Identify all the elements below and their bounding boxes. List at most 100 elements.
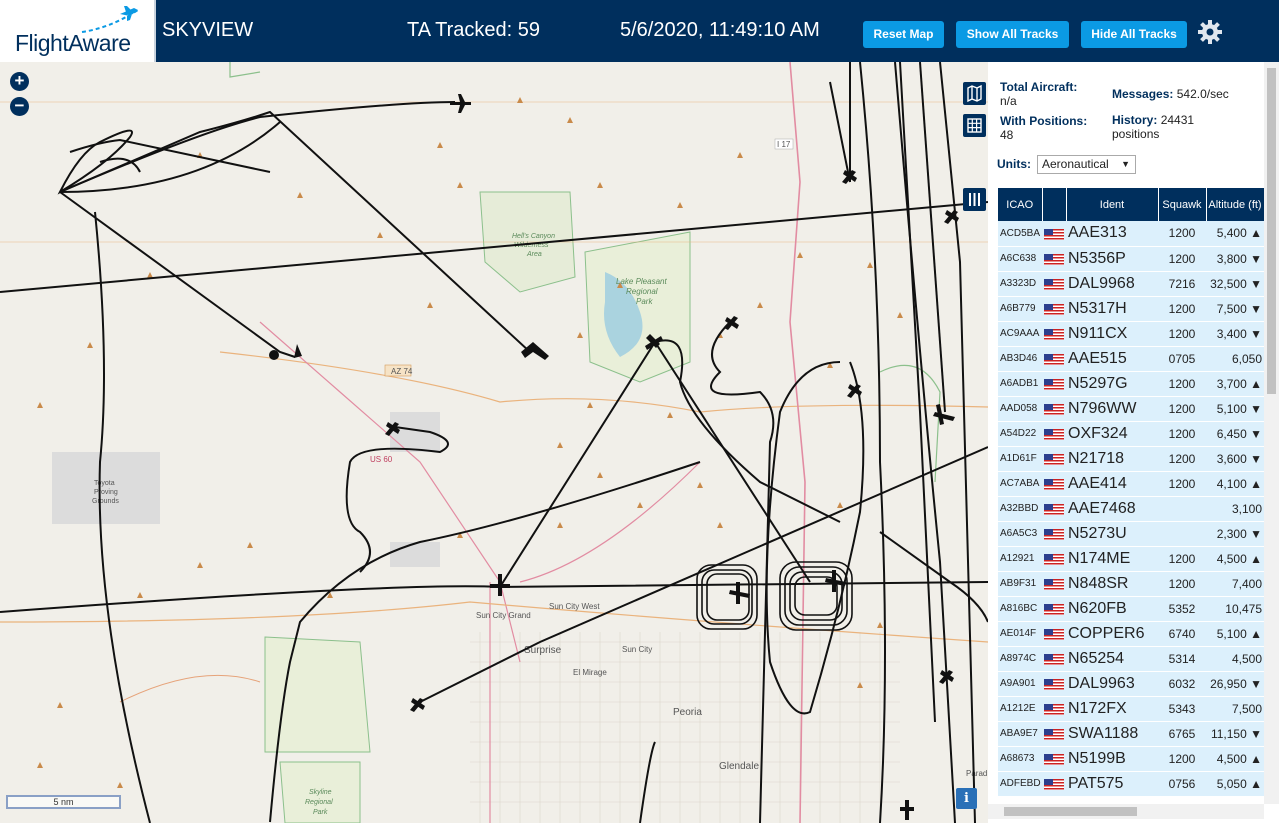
col-flag[interactable] — [1042, 188, 1067, 221]
col-squawk[interactable]: Squawk — [1158, 188, 1207, 221]
table-row[interactable]: A54D22 OXF324 1200 6,450 ▼ — [998, 421, 1264, 447]
icao-cell: A68673 — [998, 746, 1042, 772]
scroll-thumb-h[interactable] — [1004, 807, 1137, 816]
altitude-cell: 10,475 — [1206, 596, 1264, 622]
table-row[interactable]: ADFEBD PAT575 0756 5,050 ▲ — [998, 771, 1264, 797]
squawk-cell: 1200 — [1158, 746, 1206, 772]
us-flag-icon — [1044, 728, 1064, 740]
peoria-label: Peoria — [673, 707, 702, 718]
table-row[interactable]: ABA9E7 SWA1188 6765 11,150 ▼ — [998, 721, 1264, 747]
map-view[interactable]: AZ 74 I 17 US 60 Lake Pleasant Regional … — [0, 62, 988, 823]
info-button[interactable]: i — [956, 788, 977, 809]
us-flag-icon — [1044, 753, 1064, 765]
reset-map-button[interactable]: Reset Map — [863, 21, 944, 48]
altitude-cell: 4,500 — [1206, 646, 1264, 672]
table-row[interactable]: A816BC N620FB 5352 10,475 — [998, 596, 1264, 622]
flag-icon — [1042, 221, 1066, 247]
show-all-tracks-button[interactable]: Show All Tracks — [956, 21, 1069, 48]
horizontal-scrollbar[interactable] — [988, 804, 1264, 819]
col-altitude[interactable]: Altitude (ft) — [1206, 188, 1265, 221]
table-row[interactable]: A32BBD AAE7468 3,100 — [998, 496, 1264, 522]
squawk-cell: 7216 — [1158, 271, 1206, 297]
table-row[interactable]: A6B779 N5317H 1200 7,500 ▼ — [998, 296, 1264, 322]
table-row[interactable]: AE014F COPPER6 6740 5,100 ▲ — [998, 621, 1264, 647]
table-row[interactable]: A9A901 DAL9963 6032 26,950 ▼ — [998, 671, 1264, 697]
map-layers-icon[interactable] — [963, 82, 986, 105]
table-row[interactable]: AB9F31 N848SR 1200 7,400 — [998, 571, 1264, 597]
table-row[interactable]: AC9AAA N911CX 1200 3,400 ▼ — [998, 321, 1264, 347]
us-flag-icon — [1044, 378, 1064, 390]
sun-city-west-label: Sun City West — [549, 602, 600, 611]
col-icao[interactable]: ICAO — [998, 188, 1043, 221]
vertical-scrollbar[interactable] — [1264, 62, 1279, 804]
grid-overlay-icon[interactable] — [963, 114, 986, 137]
altitude-cell: 5,050 ▲ — [1206, 771, 1264, 797]
col-ident[interactable]: Ident — [1066, 188, 1159, 221]
ident-cell: N5317H — [1066, 296, 1158, 322]
scale-bar: 5 nm — [6, 795, 121, 809]
svg-text:Area: Area — [526, 251, 542, 258]
altitude-cell: 2,300 ▼ — [1206, 521, 1264, 547]
table-row[interactable]: A8974C N65254 5314 4,500 — [998, 646, 1264, 672]
squawk-cell: 1200 — [1158, 371, 1206, 397]
us-flag-icon — [1044, 453, 1064, 465]
columns-toggle-icon[interactable] — [963, 188, 986, 211]
urban-grid — [470, 632, 900, 823]
ident-cell: N5273U — [1066, 521, 1158, 547]
icao-cell: AC7ABA — [998, 471, 1042, 497]
us60-label: US 60 — [370, 455, 393, 464]
table-row[interactable]: AAD058 N796WW 1200 5,100 ▼ — [998, 396, 1264, 422]
flag-icon — [1042, 571, 1066, 597]
icao-cell: AB9F31 — [998, 571, 1042, 597]
table-row[interactable]: A68673 N5199B 1200 4,500 ▲ — [998, 746, 1264, 772]
ident-cell: N65254 — [1066, 646, 1158, 672]
i17-label: I 17 — [777, 140, 791, 149]
dropdown-arrow-icon: ▼ — [1121, 159, 1130, 169]
holding-patterns — [696, 561, 853, 631]
flag-icon — [1042, 296, 1066, 322]
icao-cell: A3323D — [998, 271, 1042, 297]
svg-text:Park: Park — [313, 809, 328, 816]
table-row[interactable]: A1212E N172FX 5343 7,500 — [998, 696, 1264, 722]
lake-label: Lake Pleasant — [616, 277, 667, 286]
altitude-cell: 7,400 — [1206, 571, 1264, 597]
altitude-cell: 3,100 — [1206, 496, 1264, 522]
table-row[interactable]: AC7ABA AAE414 1200 4,100 ▲ — [998, 471, 1264, 497]
icao-cell: A6A5C3 — [998, 521, 1042, 547]
table-row[interactable]: A1D61F N21718 1200 3,600 ▼ — [998, 446, 1264, 472]
svg-text:Parad: Parad — [966, 769, 987, 778]
gear-icon[interactable] — [1197, 19, 1223, 45]
map-canvas[interactable]: AZ 74 I 17 US 60 Lake Pleasant Regional … — [0, 62, 988, 823]
us-flag-icon — [1044, 303, 1064, 315]
ident-cell: N5356P — [1066, 246, 1158, 272]
icao-cell: A9A901 — [998, 671, 1042, 697]
zoom-in-button[interactable]: + — [10, 72, 29, 91]
terrain-markers — [37, 97, 903, 788]
table-row[interactable]: A6A5C3 N5273U 2,300 ▼ — [998, 521, 1264, 547]
squawk-cell: 5343 — [1158, 696, 1206, 722]
altitude-cell: 7,500 — [1206, 696, 1264, 722]
squawk-cell: 6740 — [1158, 621, 1206, 647]
squawk-cell: 0756 — [1158, 771, 1206, 797]
us-flag-icon — [1044, 478, 1064, 490]
hide-all-tracks-button[interactable]: Hide All Tracks — [1081, 21, 1187, 48]
altitude-cell: 4,100 ▲ — [1206, 471, 1264, 497]
zoom-out-button[interactable]: − — [10, 97, 29, 116]
aircraft-icons[interactable] — [294, 94, 959, 820]
flightaware-logo[interactable]: FlightAware — [0, 0, 156, 62]
table-row[interactable]: A6C638 N5356P 1200 3,800 ▼ — [998, 246, 1264, 272]
us-flag-icon — [1044, 228, 1064, 240]
table-row[interactable]: A12921 N174ME 1200 4,500 ▲ — [998, 546, 1264, 572]
units-select[interactable]: Aeronautical ▼ — [1037, 155, 1136, 174]
table-row[interactable]: ACD5BA AAE313 1200 5,400 ▲ — [998, 221, 1264, 247]
flag-icon — [1042, 271, 1066, 297]
altitude-cell: 7,500 ▼ — [1206, 296, 1264, 322]
scroll-thumb[interactable] — [1267, 68, 1276, 394]
icao-cell: A6B779 — [998, 296, 1042, 322]
svg-text:Proving: Proving — [94, 489, 118, 496]
table-row[interactable]: A3323D DAL9968 7216 32,500 ▼ — [998, 271, 1264, 297]
squawk-cell: 1200 — [1158, 296, 1206, 322]
table-row[interactable]: AB3D46 AAE515 0705 6,050 — [998, 346, 1264, 372]
squawk-cell: 5352 — [1158, 596, 1206, 622]
table-row[interactable]: A6ADB1 N5297G 1200 3,700 ▲ — [998, 371, 1264, 397]
